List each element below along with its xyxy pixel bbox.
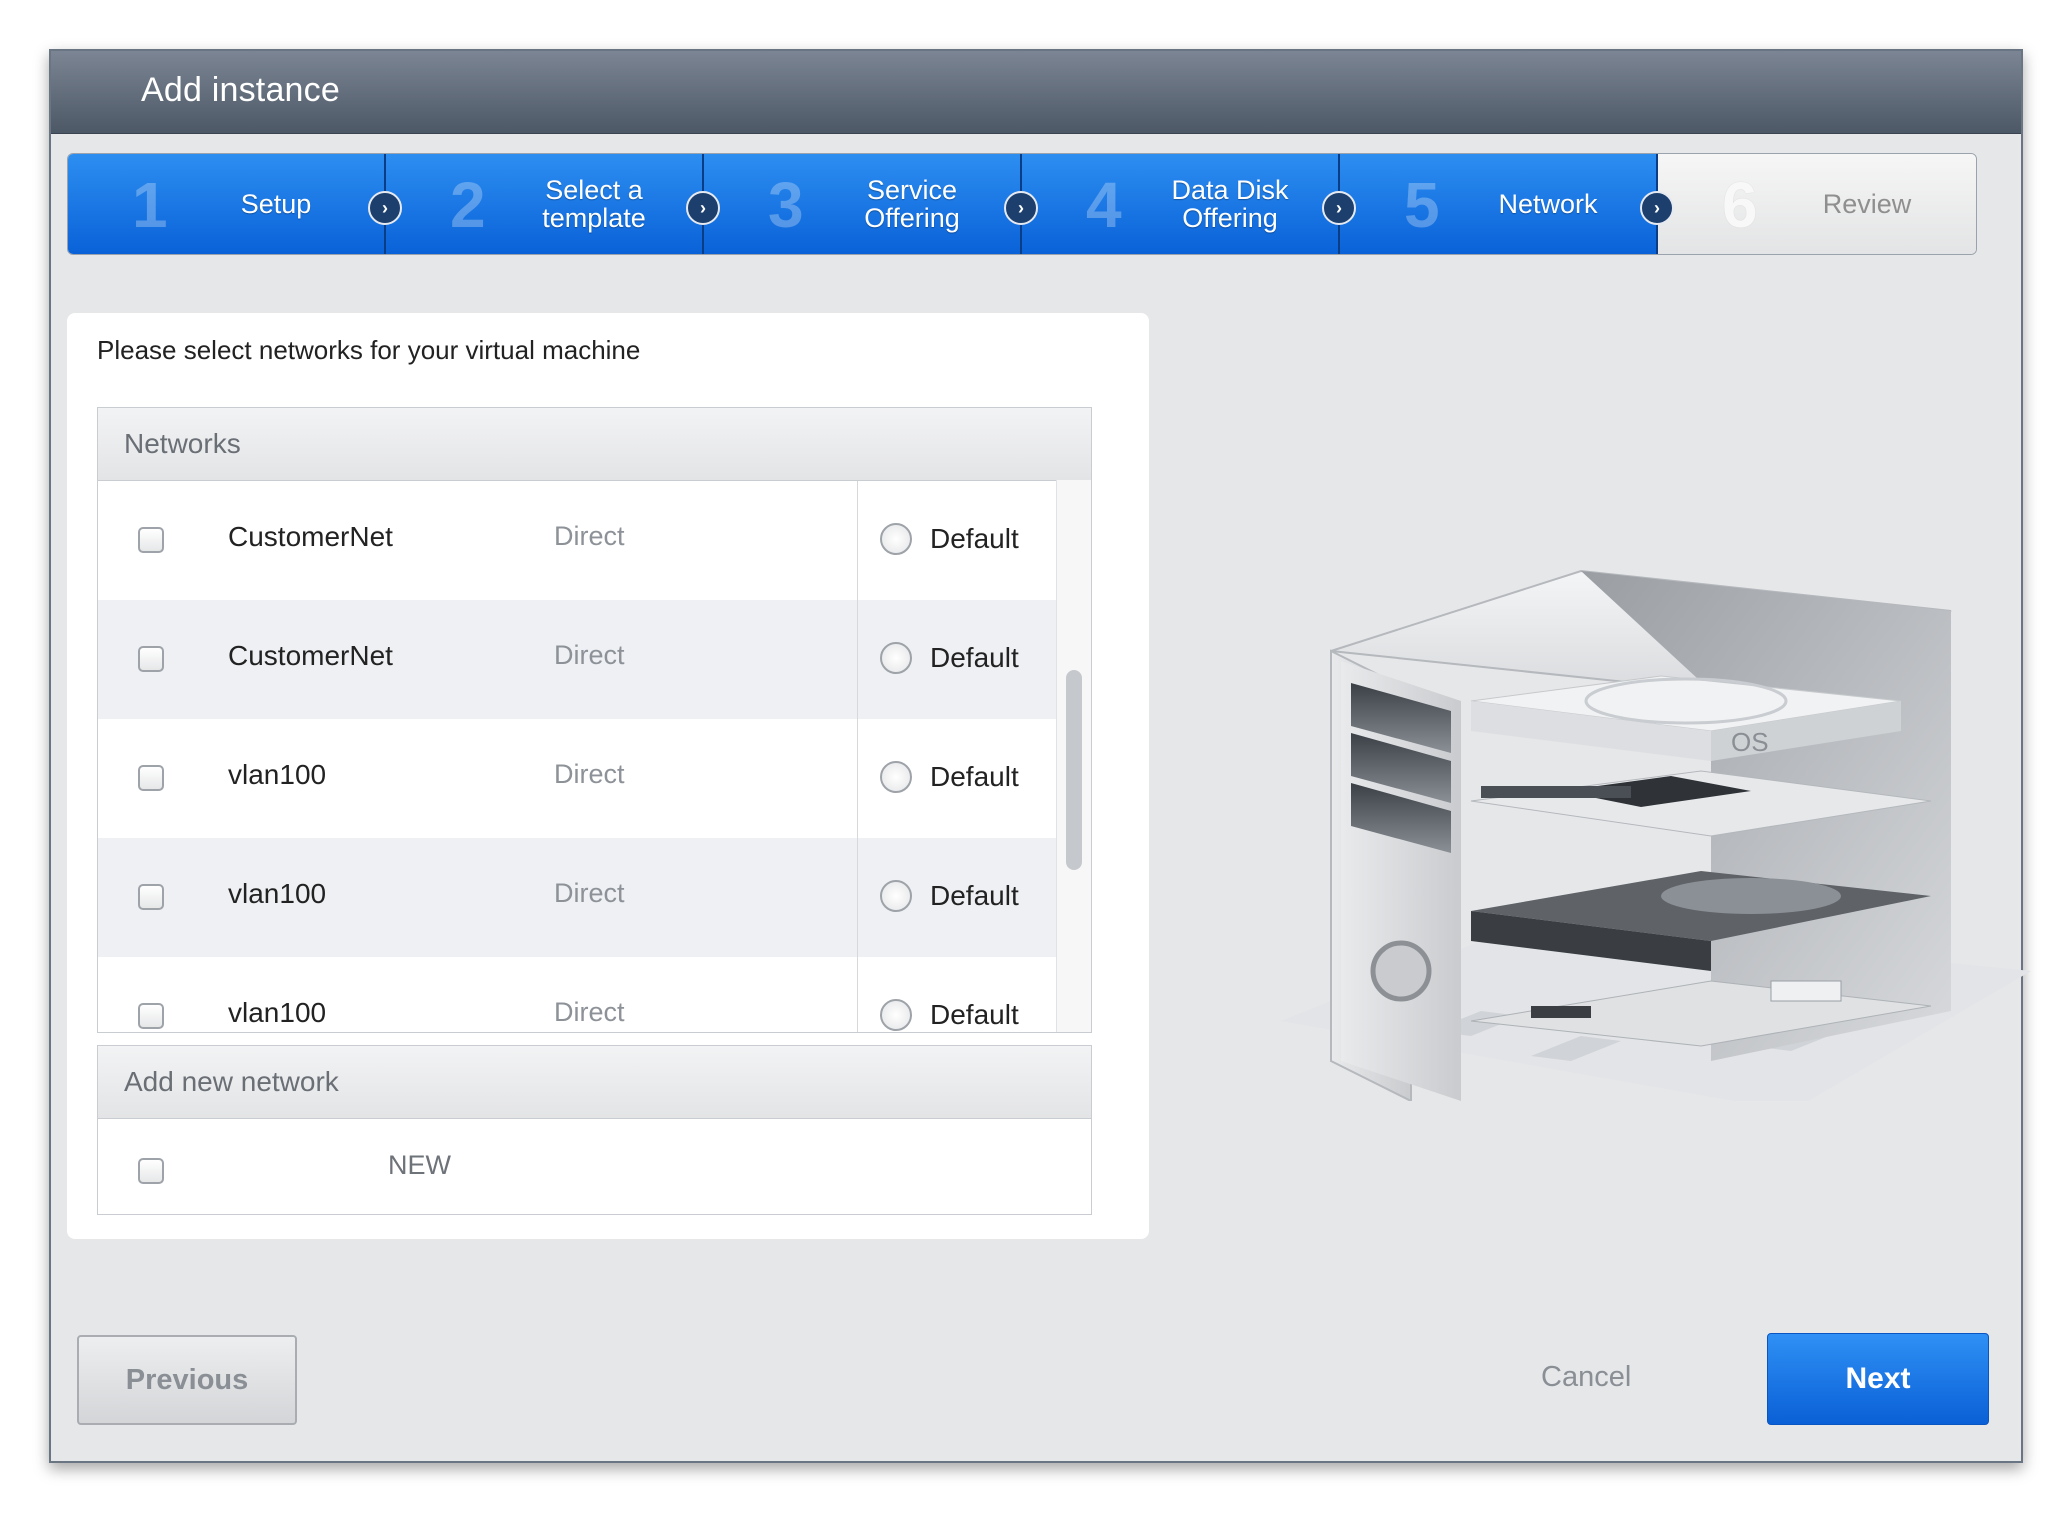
network-checkbox[interactable] <box>138 765 164 791</box>
new-network-label: NEW <box>388 1150 451 1180</box>
power-button <box>1370 940 1432 1002</box>
column-divider <box>857 719 858 838</box>
step-label: Select a template <box>542 175 646 233</box>
next-button[interactable]: Next <box>1767 1333 1989 1425</box>
network-row: CustomerNet Direct Default <box>98 600 1059 719</box>
network-checkbox[interactable] <box>138 884 164 910</box>
network-name: vlan100 <box>228 878 327 909</box>
default-radio[interactable] <box>880 523 912 555</box>
network-type: Direct <box>554 878 625 908</box>
column-divider <box>857 481 858 600</box>
network-row: vlan100 Direct Default <box>98 719 1059 838</box>
step-label: Service Offering <box>864 175 960 233</box>
add-instance-dialog: Add instance 1 Setup › 2 Select a templa… <box>49 49 2031 1463</box>
step-label: Setup <box>240 189 312 219</box>
networks-header: Networks <box>98 408 1091 481</box>
chevron-right-icon: › <box>1004 191 1038 225</box>
networks-list: Networks CustomerNet Direct Default Cust… <box>97 407 1092 1033</box>
network-type: Direct <box>554 521 625 551</box>
default-label: Default <box>930 523 1019 554</box>
dialog-title: Add instance <box>141 71 340 109</box>
network-name: vlan100 <box>228 997 327 1028</box>
step-label: Review <box>1822 189 1912 219</box>
chevron-right-icon: › <box>1640 191 1674 225</box>
step-select-template[interactable]: 2 Select a template › <box>386 154 720 254</box>
column-divider <box>857 600 858 719</box>
scrollbar-thumb[interactable] <box>1066 670 1082 870</box>
instruction-text: Please select networks for your virtual … <box>97 335 641 365</box>
default-label: Default <box>930 880 1019 911</box>
step-number: 6 <box>1722 169 1758 241</box>
network-type: Direct <box>554 997 625 1027</box>
step-number: 2 <box>450 169 486 241</box>
network-checkbox[interactable] <box>138 527 164 553</box>
drive-bays <box>1351 683 1451 853</box>
chevron-right-icon: › <box>368 191 402 225</box>
default-radio[interactable] <box>880 999 912 1031</box>
chevron-right-icon: › <box>686 191 720 225</box>
step-number: 3 <box>768 169 804 241</box>
chevron-right-icon: › <box>1322 191 1356 225</box>
network-checkbox[interactable] <box>138 1003 164 1029</box>
step-network[interactable]: 5 Network › <box>1340 154 1674 254</box>
add-network-section: Add new network NEW <box>97 1045 1092 1215</box>
previous-button[interactable]: Previous <box>77 1335 297 1425</box>
default-radio[interactable] <box>880 761 912 793</box>
default-radio[interactable] <box>880 880 912 912</box>
step-label: Data Disk Offering <box>1171 175 1289 233</box>
network-checkbox[interactable] <box>138 646 164 672</box>
network-type: Direct <box>554 759 625 789</box>
step-number: 4 <box>1086 169 1122 241</box>
network-type: Direct <box>554 640 625 670</box>
os-label: OS <box>1731 727 1769 757</box>
column-divider <box>857 838 858 957</box>
step-label: Network <box>1498 189 1598 219</box>
networks-scrollbar[interactable] <box>1056 480 1091 1032</box>
server-illustration: OS <box>1281 569 2031 1101</box>
dialog-title-bar: Add instance <box>51 51 2021 134</box>
step-review[interactable]: 6 Review <box>1658 154 1976 254</box>
column-divider <box>857 957 858 1032</box>
network-name: vlan100 <box>228 759 327 790</box>
step-number: 1 <box>132 169 168 241</box>
default-radio[interactable] <box>880 642 912 674</box>
network-row: CustomerNet Direct Default <box>98 481 1059 600</box>
wizard-steps: 1 Setup › 2 Select a template › 3 Servic… <box>67 153 1977 255</box>
add-network-header: Add new network <box>98 1046 1091 1119</box>
step-service-offering[interactable]: 3 Service Offering › <box>704 154 1038 254</box>
new-network-checkbox[interactable] <box>138 1158 164 1184</box>
step-setup[interactable]: 1 Setup › <box>68 154 402 254</box>
cancel-button[interactable]: Cancel <box>1541 1361 1631 1394</box>
networks-rows[interactable]: CustomerNet Direct Default CustomerNet D… <box>98 481 1091 1032</box>
step-number: 5 <box>1404 169 1440 241</box>
network-name: CustomerNet <box>228 640 393 671</box>
network-row: vlan100 Direct Default <box>98 838 1059 957</box>
network-row: vlan100 Direct Default <box>98 957 1059 1032</box>
network-name: CustomerNet <box>228 521 393 552</box>
step-data-disk-offering[interactable]: 4 Data Disk Offering › <box>1022 154 1356 254</box>
network-selection-panel: Please select networks for your virtual … <box>67 313 1149 1239</box>
default-label: Default <box>930 999 1019 1030</box>
default-label: Default <box>930 761 1019 792</box>
default-label: Default <box>930 642 1019 673</box>
